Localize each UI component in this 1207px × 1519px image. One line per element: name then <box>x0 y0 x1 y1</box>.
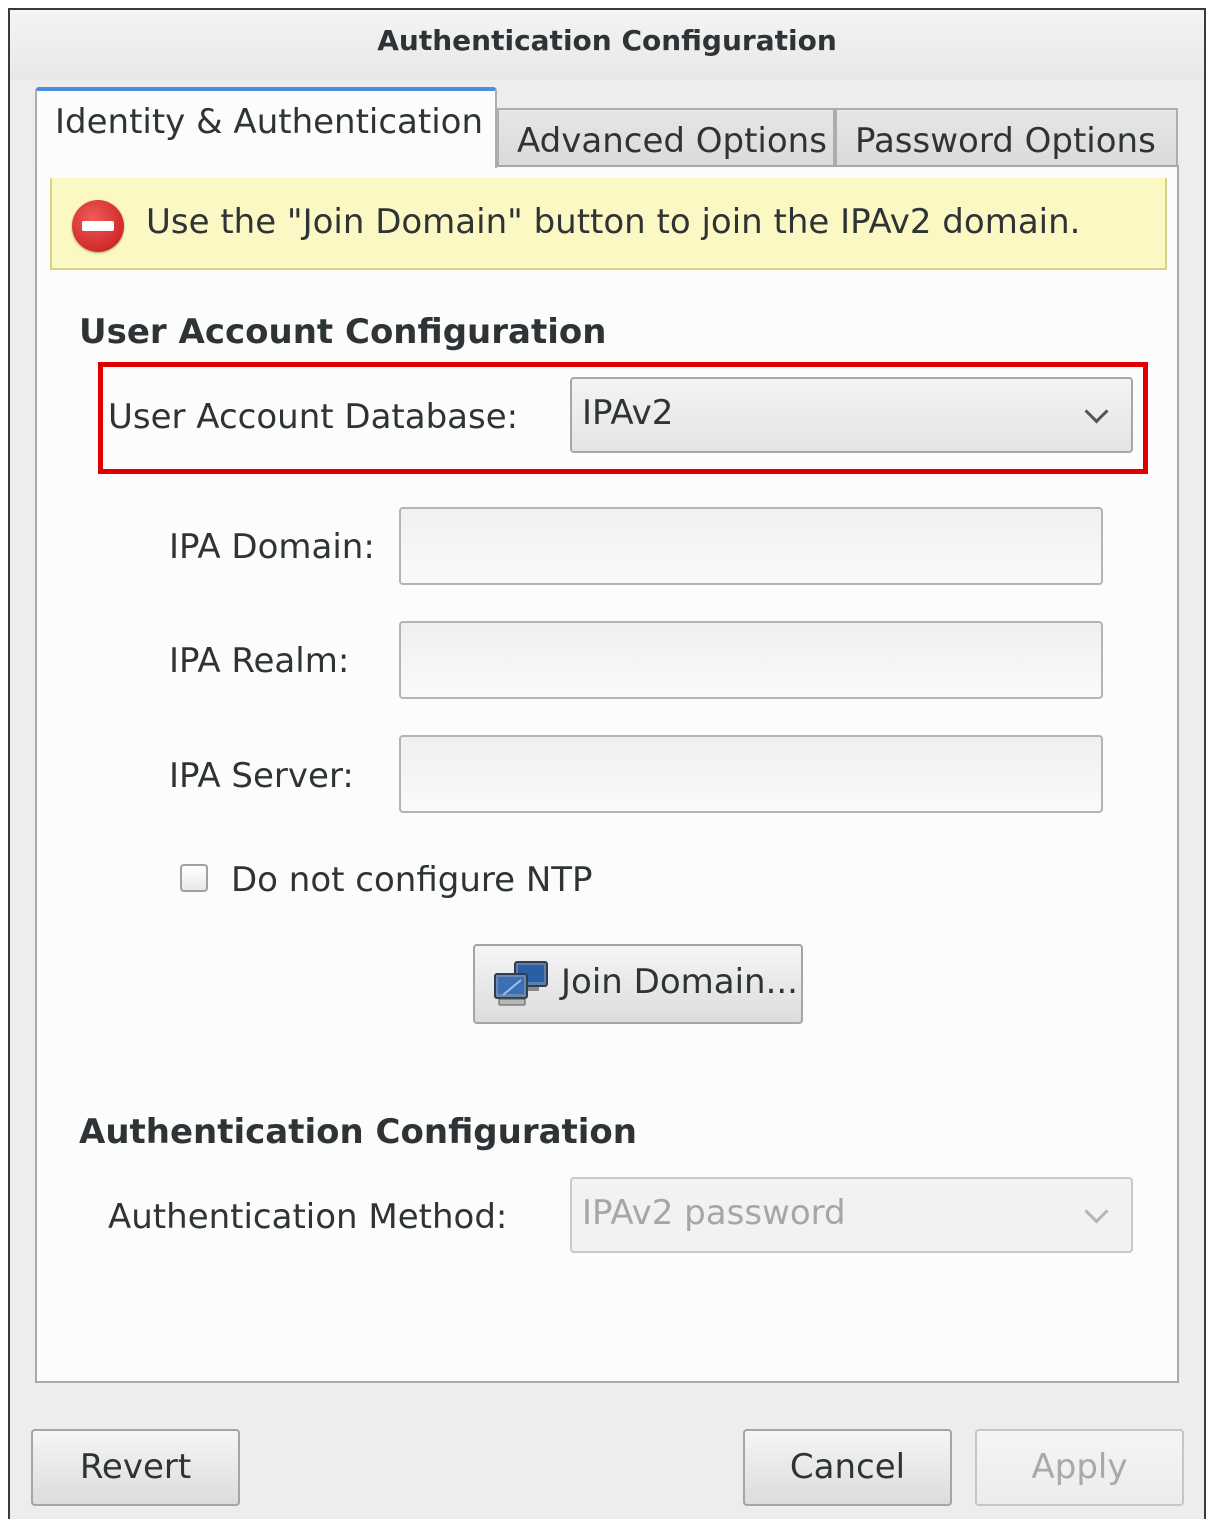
join-domain-button[interactable]: Join Domain... <box>473 944 803 1024</box>
authentication-method-label: Authentication Method: <box>108 1197 508 1237</box>
ipa-domain-input[interactable] <box>399 507 1103 585</box>
title-bar[interactable]: Authentication Configuration <box>10 10 1204 80</box>
ntp-checkbox[interactable] <box>180 864 208 892</box>
ipa-server-label: IPA Server: <box>169 756 354 796</box>
revert-button[interactable]: Revert <box>31 1429 240 1506</box>
join-domain-label: Join Domain... <box>561 962 798 1002</box>
network-computers-icon <box>494 961 548 1006</box>
ipa-server-input[interactable] <box>399 735 1103 813</box>
ipa-realm-label: IPA Realm: <box>169 641 350 681</box>
window-title: Authentication Configuration <box>377 24 837 57</box>
chevron-down-icon <box>1084 1199 1109 1224</box>
authentication-method-combo: IPAv2 password <box>570 1177 1133 1253</box>
user-account-database-value: IPAv2 <box>582 393 674 433</box>
chevron-down-icon <box>1084 399 1109 424</box>
cancel-button[interactable]: Cancel <box>743 1429 952 1506</box>
apply-button[interactable]: Apply <box>975 1429 1184 1506</box>
authentication-section-title: Authentication Configuration <box>79 1112 637 1152</box>
info-message: Use the "Join Domain" button to join the… <box>146 202 1081 242</box>
ntp-checkbox-label[interactable]: Do not configure NTP <box>231 860 593 900</box>
tab-identity-authentication[interactable]: Identity & Authentication <box>35 87 497 168</box>
ipa-domain-label: IPA Domain: <box>169 527 375 567</box>
ipa-realm-input[interactable] <box>399 621 1103 699</box>
user-account-section-title: User Account Configuration <box>79 312 607 352</box>
stop-icon <box>72 200 124 252</box>
authentication-method-value: IPAv2 password <box>582 1193 846 1233</box>
info-bar: Use the "Join Domain" button to join the… <box>50 178 1167 270</box>
user-account-database-label: User Account Database: <box>108 397 519 437</box>
user-account-database-combo[interactable]: IPAv2 <box>570 377 1133 453</box>
